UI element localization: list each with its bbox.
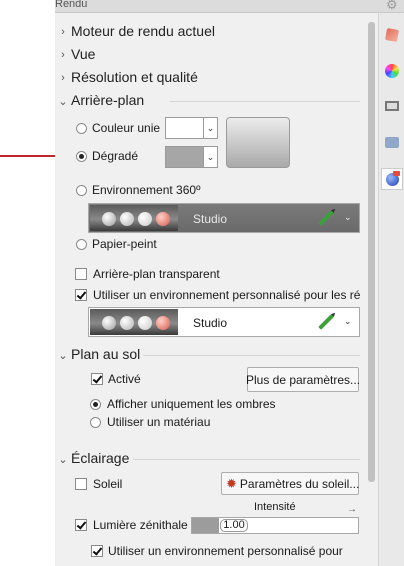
- wallpaper-label: Papier-peint: [92, 237, 157, 251]
- custom-environment-selector[interactable]: Studio ⌄: [88, 307, 360, 337]
- section-ground-plane[interactable]: Plan au sol: [71, 346, 140, 362]
- section-render-engine[interactable]: Moteur de rendu actuel: [71, 23, 215, 39]
- custom-env-reflections-label: Utiliser un environnement personnalisé p…: [93, 288, 360, 302]
- gradient-preview[interactable]: [226, 117, 290, 168]
- panel-title: Rendu: [55, 0, 88, 10]
- panel-title-bar: [55, 0, 404, 13]
- intensity-header: Intensité: [254, 501, 296, 513]
- skylight-intensity-value[interactable]: 1.00: [220, 519, 248, 532]
- gradient-radio[interactable]: [76, 151, 87, 162]
- section-resolution[interactable]: Résolution et qualité: [71, 69, 198, 85]
- chevron-down-icon[interactable]: ⌄: [204, 146, 218, 168]
- environment-thumbnail: [90, 205, 178, 231]
- sun-label: Soleil: [93, 477, 123, 491]
- solid-color-radio[interactable]: [76, 123, 87, 134]
- transparent-background-checkbox[interactable]: [75, 268, 87, 280]
- transparent-background-label: Arrière-plan transparent: [93, 267, 220, 281]
- chevron-down-icon[interactable]: ⌄: [57, 453, 69, 466]
- snapshot-tab-icon[interactable]: [383, 134, 401, 152]
- scrollbar-thumb[interactable]: [368, 22, 375, 482]
- chevron-down-icon[interactable]: ⌄: [204, 117, 218, 139]
- sun-icon: ✹: [226, 475, 237, 491]
- sun-parameters-button[interactable]: ✹ Paramètres du soleil...: [221, 472, 359, 495]
- use-material-label: Utiliser un matériau: [107, 415, 211, 429]
- section-view[interactable]: Vue: [71, 46, 95, 62]
- environment-label: Environnement 360º: [92, 183, 201, 197]
- section-background[interactable]: Arrière-plan: [71, 92, 144, 108]
- chevron-down-icon[interactable]: ⌄: [57, 349, 69, 362]
- chevron-down-icon[interactable]: ⌄: [344, 316, 352, 327]
- color-wheel-tab-icon[interactable]: [383, 62, 401, 80]
- chevron-right-icon[interactable]: ›: [57, 26, 69, 38]
- section-divider: [170, 101, 360, 102]
- more-parameters-button[interactable]: Plus de paramètres...: [246, 367, 360, 392]
- section-lighting[interactable]: Éclairage: [71, 450, 129, 466]
- environment-thumbnail: [90, 309, 178, 335]
- gear-icon[interactable]: ⚙: [386, 0, 398, 13]
- section-divider: [133, 459, 360, 460]
- solid-color-label: Couleur unie: [92, 121, 161, 135]
- chevron-right-icon[interactable]: ›: [57, 49, 69, 61]
- skylight-intensity-slider[interactable]: 1.00: [191, 517, 359, 534]
- chevron-right-icon[interactable]: ›: [57, 72, 69, 84]
- shadows-only-label: Afficher uniquement les ombres: [107, 397, 276, 411]
- panel-tab-strip: [378, 13, 404, 566]
- ground-plane-enabled-label: Activé: [108, 372, 141, 386]
- expand-arrow-icon[interactable]: →: [347, 504, 357, 515]
- environment-selector[interactable]: Studio ⌄: [88, 203, 360, 233]
- environment-radio[interactable]: [76, 185, 87, 196]
- slider-fill: [192, 518, 219, 533]
- wallpaper-radio[interactable]: [76, 239, 87, 250]
- chevron-down-icon[interactable]: ⌄: [344, 212, 352, 223]
- custom-env-reflections-checkbox[interactable]: [75, 289, 87, 301]
- render-tab-icon[interactable]: [381, 168, 403, 190]
- skylight-checkbox[interactable]: [75, 519, 87, 531]
- environment-name: Studio: [193, 212, 228, 226]
- display-tab-icon[interactable]: [383, 98, 401, 116]
- ground-plane-enabled-checkbox[interactable]: [91, 373, 103, 385]
- shadows-only-radio[interactable]: [90, 399, 101, 410]
- edit-pencil-icon[interactable]: [318, 314, 334, 330]
- skylight-custom-env-label: Utiliser un environnement personnalisé p…: [108, 544, 343, 558]
- section-divider: [143, 355, 360, 356]
- use-material-radio[interactable]: [90, 417, 101, 428]
- gradient-color-swatch[interactable]: [165, 146, 204, 168]
- material-tab-icon[interactable]: [383, 26, 401, 44]
- skylight-label: Lumière zénithale: [93, 518, 188, 532]
- sun-checkbox[interactable]: [75, 478, 87, 490]
- gradient-label: Dégradé: [92, 149, 139, 163]
- edit-pencil-icon[interactable]: [318, 210, 334, 226]
- chevron-down-icon[interactable]: ⌄: [57, 95, 69, 108]
- skylight-custom-env-checkbox[interactable]: [91, 545, 103, 557]
- solid-color-swatch[interactable]: [165, 117, 204, 139]
- sun-parameters-label: Paramètres du soleil...: [239, 476, 360, 491]
- environment-name: Studio: [193, 316, 228, 330]
